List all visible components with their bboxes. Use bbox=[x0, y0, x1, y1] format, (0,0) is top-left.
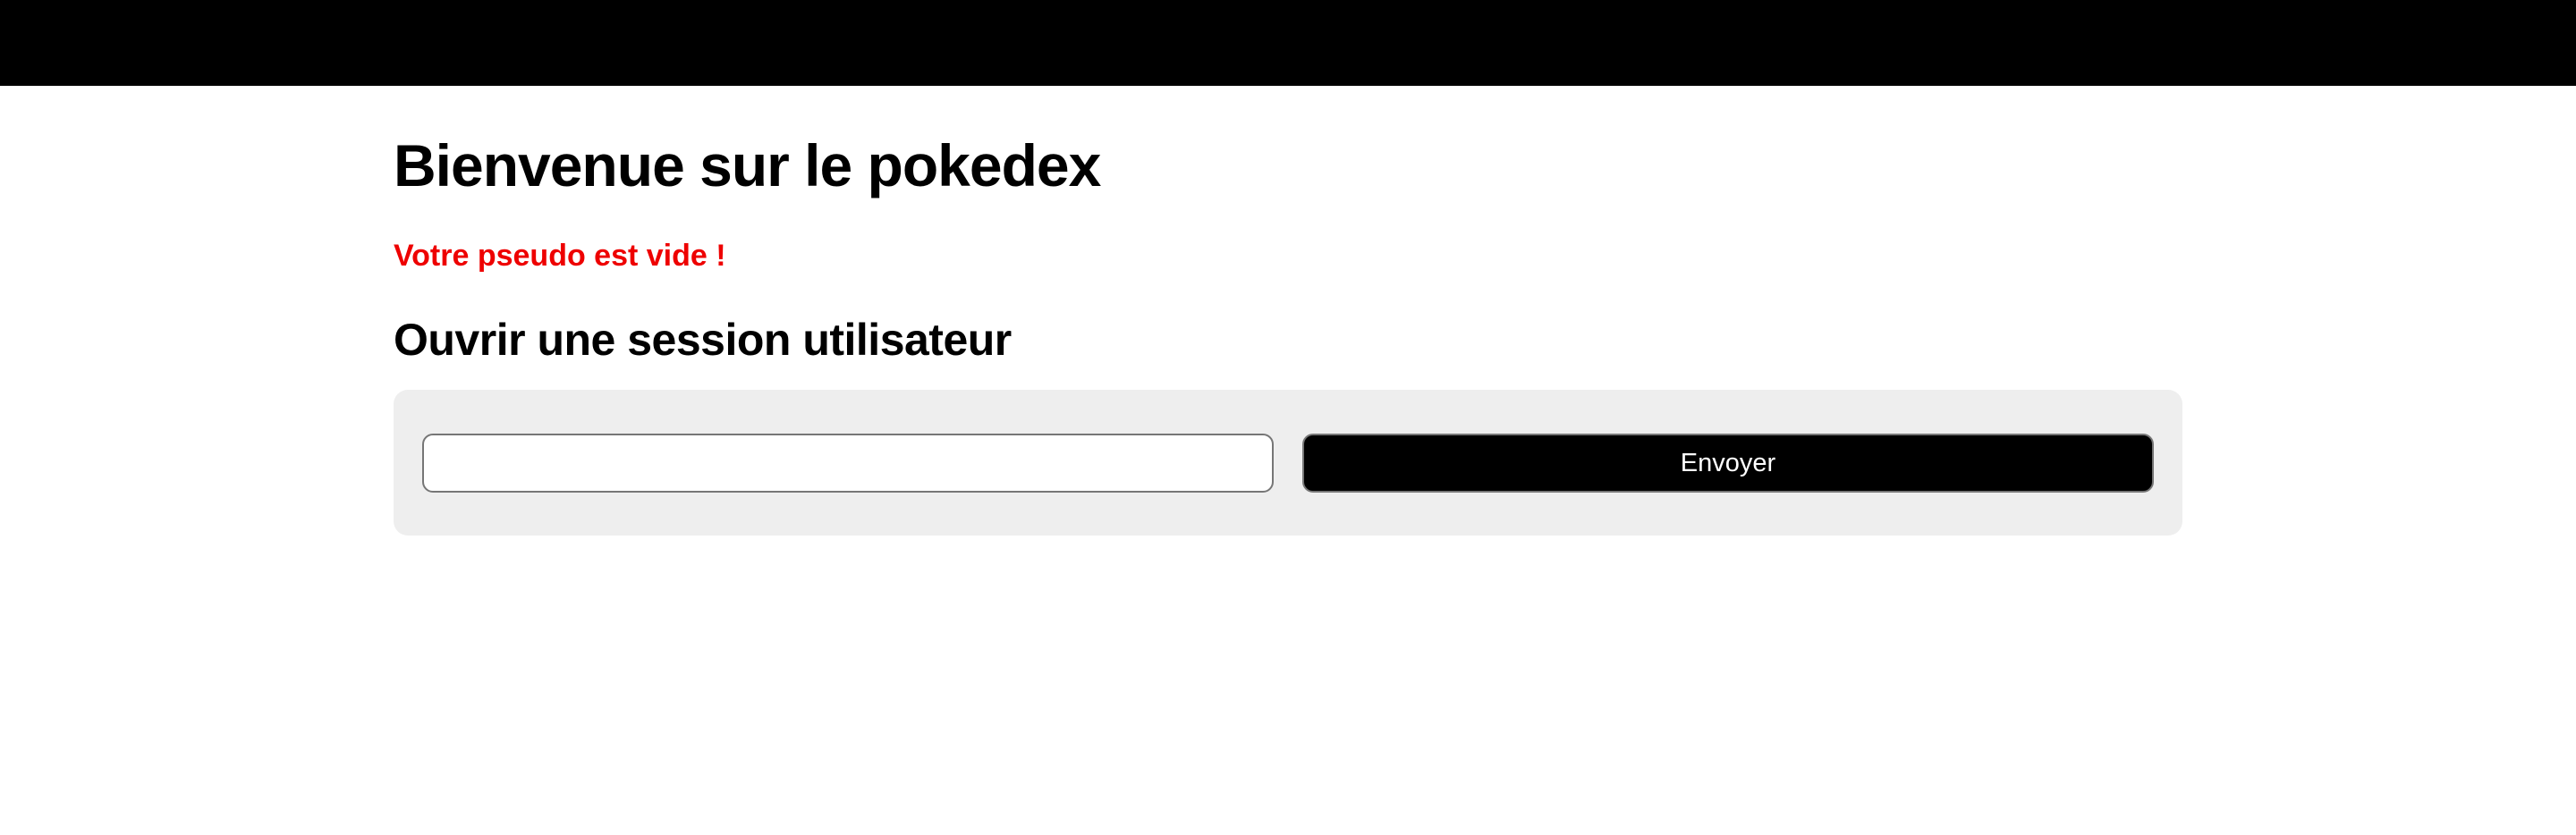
pseudo-input[interactable] bbox=[422, 434, 1274, 493]
submit-button[interactable]: Envoyer bbox=[1302, 434, 2154, 493]
login-form: Envoyer bbox=[394, 390, 2182, 536]
top-bar bbox=[0, 0, 2576, 86]
page-title: Bienvenue sur le pokedex bbox=[394, 132, 1101, 198]
error-message: Votre pseudo est vide ! bbox=[394, 239, 726, 273]
section-title: Ouvrir une session utilisateur bbox=[394, 315, 1012, 365]
